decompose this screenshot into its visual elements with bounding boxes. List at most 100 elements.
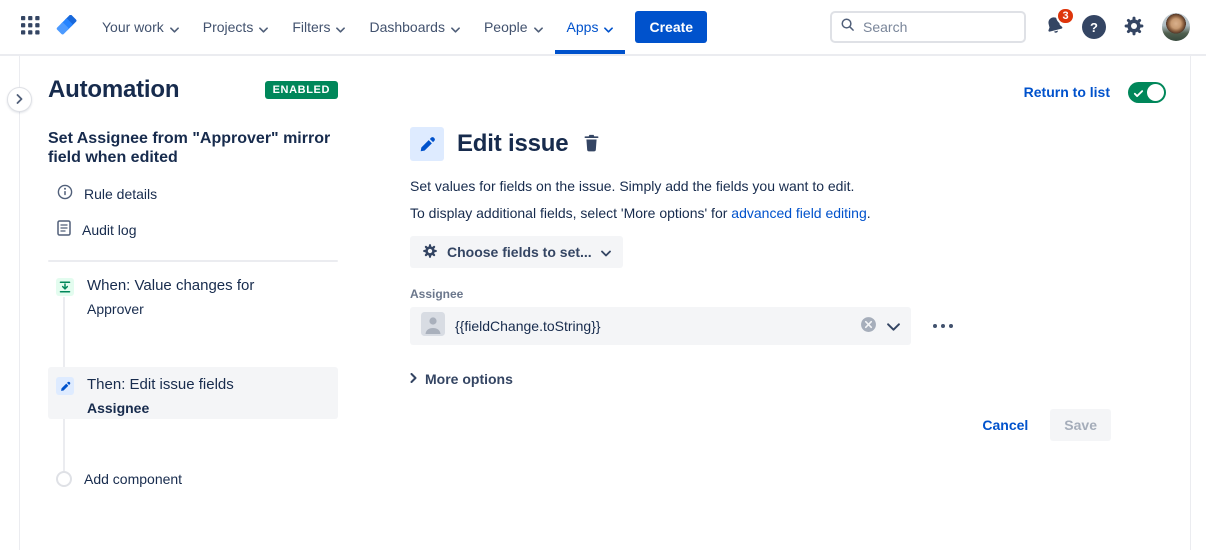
rule-status-badge: ENABLED [265, 81, 338, 99]
nav-item-people[interactable]: People [472, 0, 555, 54]
gear-icon [422, 243, 438, 262]
trash-icon [583, 134, 600, 155]
more-actions-icon [933, 324, 937, 328]
save-button[interactable]: Save [1050, 409, 1111, 441]
info-icon [57, 184, 73, 203]
clear-value-button[interactable] [860, 316, 877, 336]
checkmark-icon [1133, 87, 1144, 102]
notification-count-badge: 3 [1056, 7, 1075, 25]
jira-logo-icon[interactable] [52, 12, 82, 42]
search-icon [840, 17, 855, 37]
rule-name: Set Assignee from "Approver" mirror fiel… [48, 129, 338, 167]
nav-item-label: Dashboards [369, 19, 445, 35]
action-footer: Cancel Save [410, 409, 1111, 441]
chevron-down-icon [336, 20, 345, 36]
sidebar-item-label: Rule details [84, 186, 157, 202]
sidebar-item-rule-details[interactable]: Rule details [48, 184, 338, 203]
assignee-field-row: {{fieldChange.toString}} [410, 307, 957, 345]
nav-item-apps[interactable]: Apps [555, 0, 626, 54]
more-actions-icon [949, 324, 953, 328]
question-mark-icon: ? [1090, 20, 1098, 35]
dropdown-expand-button[interactable] [887, 319, 900, 334]
nav-item-projects[interactable]: Projects [191, 0, 281, 54]
panel-header: Return to list [410, 79, 1166, 105]
component-title: Then: Edit issue fields [87, 376, 234, 394]
component-connector-line [63, 419, 65, 473]
sidebar-divider [48, 260, 338, 262]
audit-log-icon [57, 220, 71, 239]
assignee-field-label: Assignee [410, 287, 463, 301]
chevron-down-icon [170, 20, 179, 36]
jira-automation-rule-editor: Your work Projects Filters Dashboards Pe… [0, 0, 1206, 550]
description-text: To display additional fields, select 'Mo… [410, 205, 731, 221]
component-title: When: Value changes for [87, 277, 254, 295]
add-component-button[interactable]: Add component [48, 471, 182, 487]
chevron-down-icon [604, 20, 613, 36]
field-more-actions-button[interactable] [929, 320, 957, 332]
rule-nav-links: Rule details Audit log [48, 184, 338, 239]
assignee-field-value: {{fieldChange.toString}} [455, 318, 850, 334]
create-button[interactable]: Create [635, 11, 707, 43]
chevron-down-icon [259, 20, 268, 36]
add-component-label: Add component [84, 471, 182, 487]
choose-fields-label: Choose fields to set... [447, 244, 592, 260]
settings-button[interactable] [1120, 13, 1148, 41]
sidebar-item-label: Audit log [82, 222, 136, 238]
app-grid-icon [21, 16, 40, 38]
component-subtitle: Approver [87, 300, 254, 318]
action-description-2: To display additional fields, select 'Mo… [410, 203, 871, 223]
chevron-down-icon [534, 20, 543, 36]
return-to-list-link[interactable]: Return to list [1024, 84, 1110, 100]
top-navigation-bar: Your work Projects Filters Dashboards Pe… [0, 0, 1206, 56]
help-button[interactable]: ? [1082, 15, 1106, 39]
chevron-right-icon [16, 92, 23, 107]
rule-enabled-toggle[interactable] [1128, 82, 1166, 103]
chevron-right-icon [410, 370, 417, 388]
automation-sidebar: Automation ENABLED Set Assignee from "Ap… [48, 76, 338, 262]
search-input[interactable] [863, 19, 1016, 35]
page-title: Automation [48, 76, 179, 104]
field-value-changed-icon [56, 278, 74, 296]
left-rail-divider [19, 56, 20, 550]
nav-item-filters[interactable]: Filters [280, 0, 357, 54]
description-text: . [867, 205, 871, 221]
chevron-down-icon [451, 20, 460, 36]
component-action-edit-issue[interactable]: Then: Edit issue fields Assignee [48, 367, 338, 419]
global-search[interactable] [830, 11, 1026, 43]
user-avatar[interactable] [1162, 13, 1190, 41]
nav-item-label: Apps [567, 19, 599, 35]
nav-item-label: People [484, 19, 528, 35]
more-actions-icon [941, 324, 945, 328]
right-rail-divider [1190, 56, 1191, 550]
nav-item-dashboards[interactable]: Dashboards [357, 0, 472, 54]
choose-fields-dropdown[interactable]: Choose fields to set... [410, 236, 623, 268]
chevron-down-icon [887, 319, 900, 334]
nav-item-label: Projects [203, 19, 254, 35]
advanced-field-editing-link[interactable]: advanced field editing [731, 205, 866, 221]
component-trigger-value-changed[interactable]: When: Value changes for Approver [48, 268, 338, 327]
notifications-button[interactable]: 3 [1040, 13, 1068, 41]
delete-action-button[interactable] [581, 132, 602, 157]
action-title: Edit issue [457, 130, 568, 158]
sidebar-expand-button[interactable] [7, 87, 32, 112]
clear-icon [860, 316, 877, 336]
component-connector-line [63, 297, 65, 367]
assignee-select-field[interactable]: {{fieldChange.toString}} [410, 307, 911, 345]
more-options-expander[interactable]: More options [410, 370, 513, 388]
user-placeholder-avatar [421, 312, 445, 341]
app-switcher-button[interactable] [14, 11, 46, 43]
component-subtitle: Assignee [87, 399, 234, 417]
sidebar-item-audit-log[interactable]: Audit log [48, 220, 338, 239]
pencil-icon [56, 377, 74, 395]
nav-item-label: Filters [292, 19, 330, 35]
action-header: Edit issue [410, 127, 602, 161]
nav-right-group: 3 ? [830, 11, 1206, 43]
action-description: Set values for fields on the issue. Simp… [410, 176, 854, 196]
gear-icon [1123, 15, 1145, 40]
nav-item-your-work[interactable]: Your work [90, 0, 191, 54]
more-options-label: More options [425, 371, 513, 387]
pencil-icon [410, 127, 444, 161]
cancel-button[interactable]: Cancel [982, 417, 1028, 433]
empty-circle-icon [56, 471, 72, 487]
nav-item-label: Your work [102, 19, 164, 35]
